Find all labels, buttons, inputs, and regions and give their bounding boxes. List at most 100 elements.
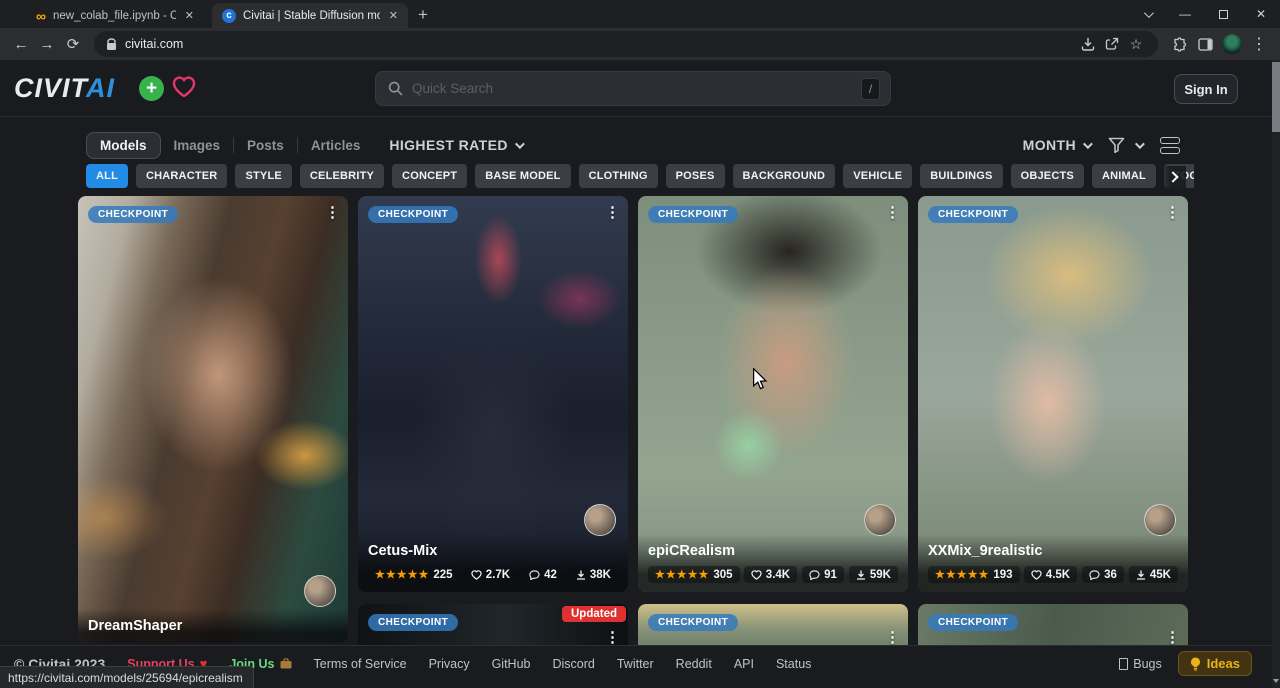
lock-icon[interactable] xyxy=(106,38,117,51)
chip-objects[interactable]: OBJECTS xyxy=(1011,164,1084,188)
tab-close-icon[interactable]: ✕ xyxy=(387,9,400,22)
footer-link-terms[interactable]: Terms of Service xyxy=(314,657,407,671)
hearts-pill: 3.4K xyxy=(744,566,797,583)
model-card-xxmix[interactable]: CHECKPOINT ⋮ XXMix_9realistic ★★★★★193 4… xyxy=(918,196,1188,592)
model-card-dreamshaper[interactable]: CHECKPOINT ⋮ DreamShaper xyxy=(78,196,348,643)
stars-icon: ★★★★★ xyxy=(375,568,429,581)
model-title: epiCRealism xyxy=(648,543,898,559)
tab-civitai[interactable]: c Civitai | Stable Diffusion models, ✕ xyxy=(212,3,408,28)
category-chips: ALL CHARACTER STYLE CELEBRITY CONCEPT BA… xyxy=(86,164,1194,188)
creator-avatar[interactable] xyxy=(304,575,336,607)
card-overlay: XXMix_9realistic ★★★★★193 4.5K 36 45K xyxy=(918,534,1188,592)
chip-buildings[interactable]: BUILDINGS xyxy=(920,164,1002,188)
chip-base-model[interactable]: BASE MODEL xyxy=(475,164,570,188)
scrollbar-thumb[interactable] xyxy=(1272,62,1280,132)
bugs-link[interactable]: Bugs xyxy=(1119,657,1162,671)
chips-scroll-right-icon[interactable] xyxy=(1160,166,1186,188)
sign-in-button[interactable]: Sign In xyxy=(1174,74,1238,104)
search-input[interactable]: Quick Search / xyxy=(375,71,891,106)
card-column: CHECKPOINT ⋮ XXMix_9realistic ★★★★★193 4… xyxy=(918,196,1188,664)
nav-row: Models Images Posts Articles HIGHEST RAT… xyxy=(0,130,1280,160)
browser-menu-icon[interactable]: ⋮ xyxy=(1246,31,1272,57)
chip-concept[interactable]: CONCEPT xyxy=(392,164,467,188)
comments-count: 42 xyxy=(544,569,557,581)
chip-background[interactable]: BACKGROUND xyxy=(733,164,836,188)
tab-colab[interactable]: ∞ new_colab_file.ipynb - Colaborat ✕ xyxy=(26,3,204,28)
card-menu-icon[interactable]: ⋮ xyxy=(605,203,620,221)
checkpoint-badge: CHECKPOINT xyxy=(928,206,1018,223)
checkpoint-badge: CHECKPOINT xyxy=(648,206,738,223)
ideas-button[interactable]: Ideas xyxy=(1178,651,1252,676)
chip-vehicle[interactable]: VEHICLE xyxy=(843,164,912,188)
footer-link-reddit[interactable]: Reddit xyxy=(676,657,712,671)
scrollbar-down-arrow-icon[interactable] xyxy=(1272,676,1280,686)
downloads-pill: 59K xyxy=(849,566,898,583)
creator-avatar[interactable] xyxy=(864,504,896,536)
chip-poses[interactable]: POSES xyxy=(666,164,725,188)
civitai-logo[interactable]: CIVITAI xyxy=(14,73,115,104)
card-menu-icon[interactable]: ⋮ xyxy=(885,628,900,646)
creator-avatar[interactable] xyxy=(584,504,616,536)
footer-link-api[interactable]: API xyxy=(734,657,754,671)
footer-link-github[interactable]: GitHub xyxy=(492,657,531,671)
model-card-cetus-mix[interactable]: CHECKPOINT ⋮ Cetus-Mix ★★★★★225 2.7K 42 … xyxy=(358,196,628,592)
footer-link-twitter[interactable]: Twitter xyxy=(617,657,654,671)
reload-icon[interactable]: ⟳ xyxy=(60,31,86,57)
chip-character[interactable]: CHARACTER xyxy=(136,164,227,188)
tab-models[interactable]: Models xyxy=(86,132,161,159)
logo-civit-text: CIVIT xyxy=(14,73,86,103)
sort-dropdown[interactable]: HIGHEST RATED xyxy=(389,137,522,153)
window-minimize-button[interactable]: — xyxy=(1166,0,1204,28)
sort-label: HIGHEST RATED xyxy=(389,137,508,153)
footer-link-status[interactable]: Status xyxy=(776,657,811,671)
share-icon[interactable] xyxy=(1100,32,1124,56)
chip-animal[interactable]: ANIMAL xyxy=(1092,164,1156,188)
card-overlay: DreamShaper xyxy=(78,609,348,643)
rating-count: 193 xyxy=(993,569,1012,581)
model-title: XXMix_9realistic xyxy=(928,543,1178,559)
stat-pills: 3.4K 91 59K xyxy=(744,566,898,583)
window-close-button[interactable]: ✕ xyxy=(1242,0,1280,28)
download-page-icon[interactable] xyxy=(1076,32,1100,56)
favorites-heart-icon[interactable] xyxy=(171,75,197,99)
period-dropdown[interactable]: MONTH xyxy=(1023,137,1090,153)
extensions-puzzle-icon[interactable] xyxy=(1166,31,1192,57)
model-title: DreamShaper xyxy=(88,618,338,634)
layout-toggle-icon[interactable] xyxy=(1160,137,1180,154)
browser-profile-avatar[interactable] xyxy=(1222,34,1242,54)
create-plus-button[interactable]: + xyxy=(139,76,164,101)
card-menu-icon[interactable]: ⋮ xyxy=(325,203,340,221)
footer-link-privacy[interactable]: Privacy xyxy=(429,657,470,671)
tab-images[interactable]: Images xyxy=(161,133,234,158)
tab-close-icon[interactable]: ✕ xyxy=(183,9,196,22)
page-scrollbar[interactable] xyxy=(1272,60,1280,688)
tab-search-icon[interactable] xyxy=(1128,0,1166,28)
bookmark-star-icon[interactable]: ☆ xyxy=(1124,32,1148,56)
chip-clothing[interactable]: CLOTHING xyxy=(579,164,658,188)
back-icon[interactable]: ← xyxy=(8,31,34,57)
checkpoint-badge: CHECKPOINT xyxy=(368,614,458,631)
filter-funnel-icon[interactable] xyxy=(1108,137,1125,153)
chevron-down-icon[interactable] xyxy=(1135,139,1145,149)
chevron-down-icon xyxy=(1083,139,1093,149)
tab-articles[interactable]: Articles xyxy=(298,133,374,158)
forward-icon[interactable]: → xyxy=(34,31,60,57)
downloads-pill: 45K xyxy=(1129,566,1178,583)
address-bar[interactable]: civitai.com ☆ xyxy=(94,31,1158,57)
bug-icon xyxy=(1119,658,1128,670)
window-controls: — ✕ xyxy=(1128,0,1280,28)
card-menu-icon[interactable]: ⋮ xyxy=(885,203,900,221)
window-maximize-button[interactable] xyxy=(1204,0,1242,28)
card-menu-icon[interactable]: ⋮ xyxy=(1165,628,1180,646)
side-panel-icon[interactable] xyxy=(1192,31,1218,57)
footer-link-discord[interactable]: Discord xyxy=(552,657,594,671)
chip-celebrity[interactable]: CELEBRITY xyxy=(300,164,384,188)
tab-posts[interactable]: Posts xyxy=(234,133,297,158)
creator-avatar[interactable] xyxy=(1144,504,1176,536)
model-card-epicrealism[interactable]: CHECKPOINT ⋮ epiCRealism ★★★★★305 3.4K 9… xyxy=(638,196,908,592)
new-tab-button[interactable]: + xyxy=(418,5,428,25)
card-menu-icon[interactable]: ⋮ xyxy=(1165,203,1180,221)
chip-all[interactable]: ALL xyxy=(86,164,128,188)
card-menu-icon[interactable]: ⋮ xyxy=(605,628,620,646)
chip-style[interactable]: STYLE xyxy=(235,164,291,188)
